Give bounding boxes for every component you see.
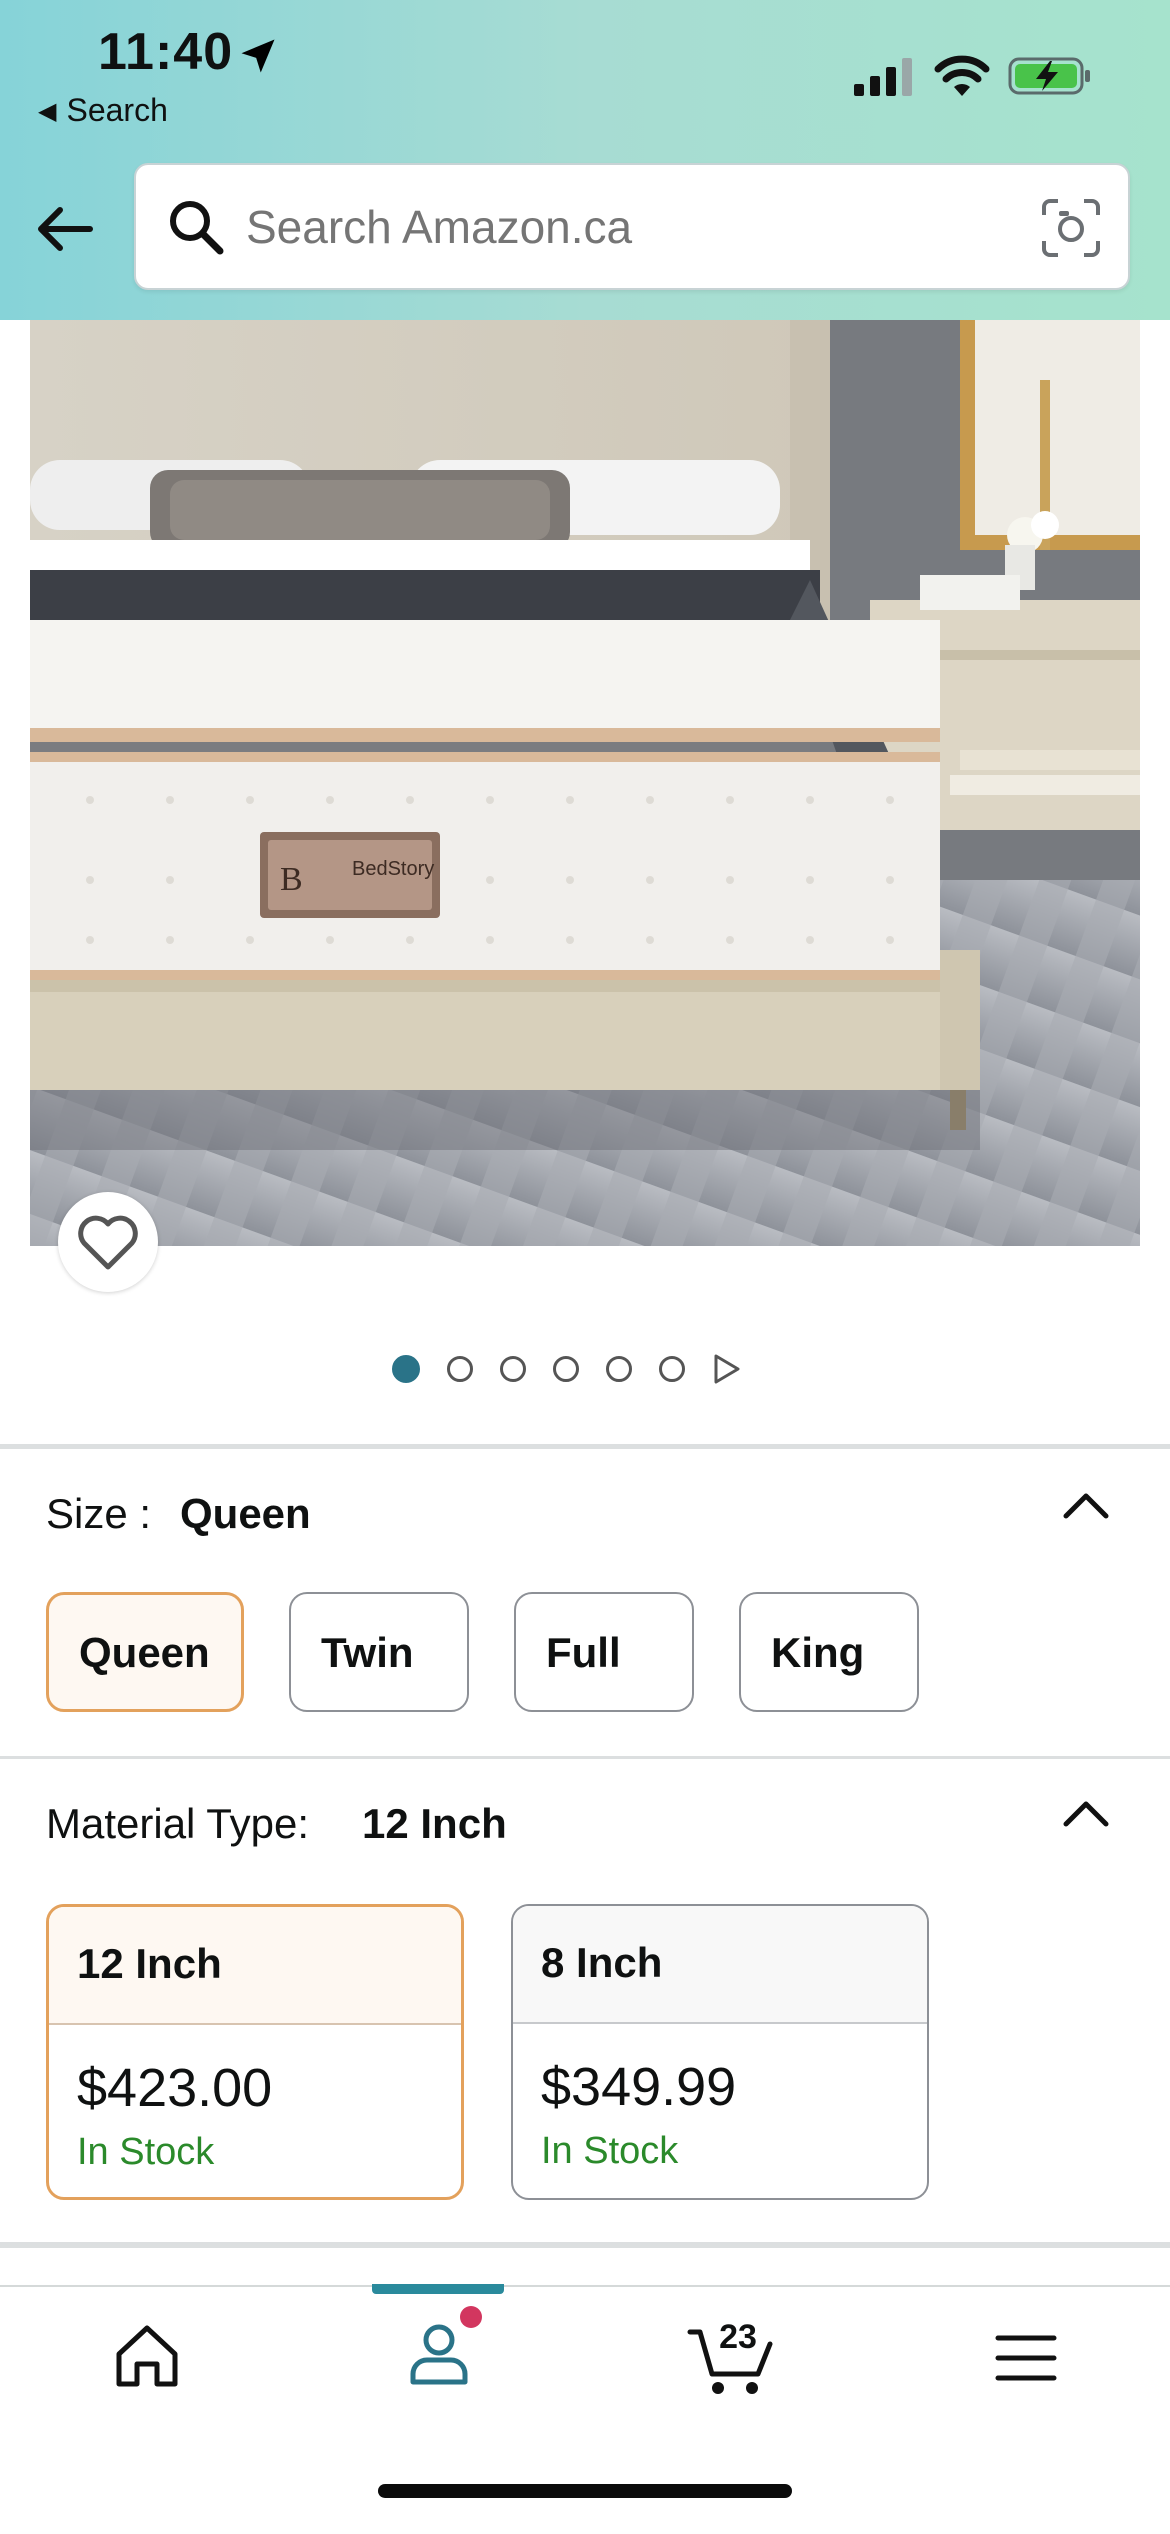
material-option-8-inch[interactable]: 8 Inch $349.99 In Stock: [511, 1904, 929, 2200]
search-bar[interactable]: [134, 163, 1130, 290]
size-option-twin[interactable]: Twin: [289, 1592, 469, 1712]
material-option-price: $349.99: [541, 2057, 737, 2117]
search-icon: [170, 201, 224, 255]
cellular-signal-icon: [854, 58, 912, 96]
carousel-dot[interactable]: [447, 1356, 473, 1382]
notification-dot: [460, 2306, 482, 2328]
material-option-name: 8 Inch: [513, 1906, 927, 2024]
active-tab-indicator: [372, 2284, 504, 2294]
section-divider: [0, 2242, 1170, 2248]
size-selected-value: Queen: [180, 1490, 311, 1537]
location-arrow-icon: [241, 39, 275, 73]
home-indicator: [378, 2484, 792, 2498]
back-to-search-label: Search: [66, 92, 168, 128]
material-option-12-inch[interactable]: 12 Inch $423.00 In Stock: [46, 1904, 464, 2200]
add-to-wishlist-button[interactable]: [58, 1192, 158, 1292]
mattress-photo: B BedStory: [30, 320, 1140, 1246]
heart-icon: [78, 1215, 138, 1270]
collapse-material-chevron-icon[interactable]: [1060, 1796, 1112, 1830]
product-image[interactable]: B BedStory: [30, 320, 1140, 1246]
play-video-icon[interactable]: [712, 1353, 742, 1385]
collapse-size-chevron-icon[interactable]: [1060, 1488, 1112, 1522]
material-type-selected-value: 12 Inch: [362, 1800, 507, 1847]
material-option-stock: In Stock: [541, 2130, 679, 2172]
carousel-dot[interactable]: [392, 1355, 420, 1383]
size-option-queen[interactable]: Queen: [46, 1592, 244, 1712]
material-option-price: $423.00: [77, 2058, 273, 2118]
back-arrow-icon[interactable]: [34, 198, 96, 260]
wifi-icon: [934, 55, 990, 96]
material-type-label: Material Type:: [46, 1800, 310, 1847]
size-option-king[interactable]: King: [739, 1592, 919, 1712]
status-time: 11:40: [98, 23, 234, 81]
back-to-search-link[interactable]: ◀ Search: [38, 92, 168, 129]
back-triangle-icon: ◀: [38, 98, 57, 125]
camera-lens-search-icon[interactable]: [1040, 197, 1102, 259]
brand-label: BedStory: [352, 858, 434, 880]
app-header: 11:40 ◀ Search: [0, 0, 1170, 320]
account-icon[interactable]: [401, 2316, 477, 2392]
cart-count-badge: 23: [719, 2318, 757, 2356]
carousel-dot[interactable]: [553, 1356, 579, 1382]
carousel-dot[interactable]: [659, 1356, 685, 1382]
section-divider: [0, 1444, 1170, 1449]
material-option-stock: In Stock: [77, 2131, 215, 2173]
size-option-full[interactable]: Full: [514, 1592, 694, 1712]
carousel-dot[interactable]: [606, 1356, 632, 1382]
svg-text:B: B: [280, 861, 303, 898]
section-divider: [0, 1756, 1170, 1759]
menu-icon[interactable]: [988, 2320, 1064, 2396]
image-carousel-indicator[interactable]: [392, 1352, 742, 1386]
home-icon[interactable]: [109, 2318, 185, 2394]
size-label: Size :: [46, 1490, 152, 1537]
search-input[interactable]: [246, 197, 946, 257]
battery-charging-icon: [1008, 57, 1090, 95]
carousel-dot[interactable]: [500, 1356, 526, 1382]
material-option-name: 12 Inch: [49, 1907, 461, 2025]
